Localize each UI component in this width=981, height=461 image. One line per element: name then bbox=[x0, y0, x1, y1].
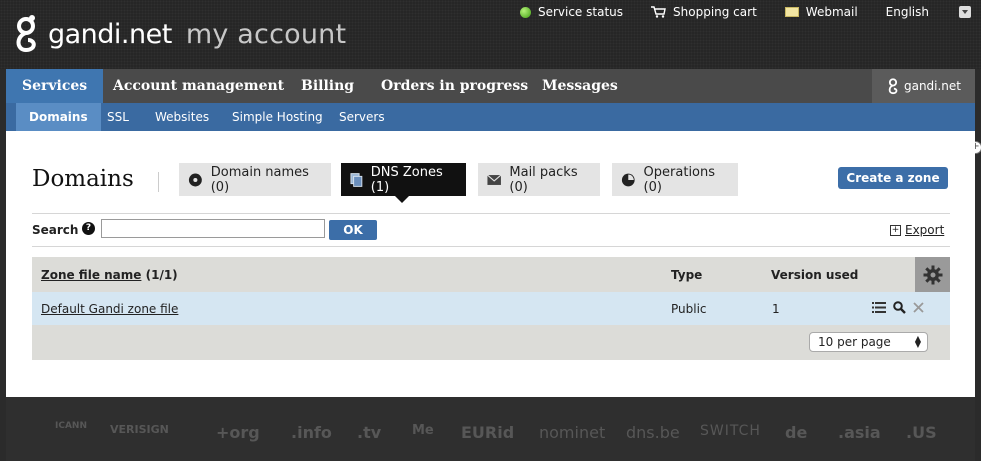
per-page-select[interactable]: 10 per page ▲ ▼ bbox=[809, 332, 928, 352]
cart-icon bbox=[651, 6, 666, 18]
service-status-link[interactable]: Service status bbox=[519, 5, 624, 19]
header-zone-name-label: Zone file name bbox=[41, 268, 142, 282]
tab-mail-packs[interactable]: Mail packs (0) bbox=[478, 163, 600, 196]
de-logo: de bbox=[785, 423, 808, 442]
select-arrows-icon: ▲ ▼ bbox=[914, 334, 921, 349]
sub-nav: Domains SSL Websites Simple Hosting Serv… bbox=[6, 103, 975, 131]
nav-gandi-home[interactable]: gandi.net bbox=[872, 69, 975, 103]
me-logo: Me bbox=[412, 423, 434, 438]
nav-messages[interactable]: Messages bbox=[542, 69, 618, 103]
envelope-icon bbox=[784, 7, 799, 17]
webmail-link[interactable]: Webmail bbox=[784, 5, 858, 19]
list-icon[interactable] bbox=[872, 302, 886, 313]
plus-box-icon: + bbox=[890, 224, 901, 236]
header-version-used: Version used bbox=[771, 268, 859, 282]
subnav-simple-hosting[interactable]: Simple Hosting bbox=[232, 103, 323, 131]
nav-brand-label: gandi.net bbox=[903, 79, 962, 93]
tab-domain-names-label: Domain names (0) bbox=[210, 164, 309, 195]
status-dot-icon bbox=[519, 6, 531, 18]
nav-services[interactable]: Services bbox=[6, 69, 104, 103]
divider bbox=[32, 246, 950, 247]
subnav-servers[interactable]: Servers bbox=[339, 103, 385, 131]
subnav-websites[interactable]: Websites bbox=[155, 103, 209, 131]
subnav-domains[interactable]: Domains bbox=[16, 103, 101, 131]
gandi-swirl-small-icon bbox=[888, 78, 898, 95]
org-logo: +org bbox=[216, 423, 260, 442]
envelope-icon bbox=[487, 174, 502, 185]
nominet-logo: nominet bbox=[539, 423, 606, 442]
tab-dns-zones-label: DNS Zones (1) bbox=[370, 164, 443, 195]
gear-icon bbox=[923, 265, 942, 284]
help-icon[interactable]: ? bbox=[82, 222, 95, 235]
search-label: Search bbox=[32, 223, 79, 237]
top-header: gandi.net my account Service status Shop… bbox=[0, 0, 981, 69]
tab-mail-packs-label: Mail packs (0) bbox=[509, 164, 578, 195]
tab-domain-names[interactable]: Domain names (0) bbox=[179, 163, 331, 196]
nav-billing[interactable]: Billing bbox=[301, 69, 354, 103]
table-footer: 10 per page ▲ ▼ bbox=[32, 325, 950, 360]
disc-icon bbox=[188, 173, 202, 186]
shopping-cart-link[interactable]: Shopping cart bbox=[651, 5, 757, 19]
brand-name: gandi.net bbox=[48, 18, 172, 50]
main-content: Domains Domain names (0) DNS Zones (1) M… bbox=[6, 131, 975, 397]
search-ok-button[interactable]: OK bbox=[329, 220, 377, 240]
gandi-swirl-icon bbox=[16, 15, 36, 53]
switch-logo: SWITCH bbox=[700, 423, 761, 439]
documents-icon bbox=[350, 172, 363, 187]
nav-account-management[interactable]: Account management bbox=[113, 69, 284, 103]
verisign-logo: VERISIGN bbox=[110, 423, 169, 436]
zone-version: 1 bbox=[772, 302, 780, 316]
header-zone-name[interactable]: Zone file name (1/1) bbox=[41, 268, 178, 282]
export-label: Export bbox=[905, 223, 945, 237]
dropdown-arrow-icon bbox=[959, 6, 971, 18]
eurid-logo: EURid bbox=[461, 423, 515, 442]
search-icon[interactable] bbox=[893, 301, 906, 314]
partner-logos-footer: ICANN VERISIGN +org .info .tv Me EURid n… bbox=[6, 397, 975, 461]
page-title: Domains bbox=[32, 166, 134, 192]
zone-type: Public bbox=[671, 302, 707, 316]
create-zone-button[interactable]: Create a zone bbox=[838, 167, 948, 189]
tab-dns-zones[interactable]: DNS Zones (1) bbox=[341, 163, 466, 203]
top-links: Service status Shopping cart Webmail Eng… bbox=[492, 5, 971, 19]
tab-operations[interactable]: Operations (0) bbox=[612, 163, 738, 196]
tab-operations-label: Operations (0) bbox=[643, 164, 716, 195]
gandi-logo[interactable]: gandi.net my account bbox=[12, 12, 346, 56]
nav-orders-in-progress[interactable]: Orders in progress bbox=[381, 69, 528, 103]
subnav-ssl[interactable]: SSL bbox=[107, 103, 129, 131]
delete-icon[interactable] bbox=[913, 302, 924, 313]
icann-logo: ICANN bbox=[55, 421, 87, 431]
main-nav: Services Account management Billing Orde… bbox=[6, 69, 975, 103]
asia-logo: .asia bbox=[838, 423, 881, 442]
export-link[interactable]: + Export bbox=[890, 223, 944, 237]
brand-subtitle: my account bbox=[185, 18, 347, 50]
shopping-cart-label: Shopping cart bbox=[673, 5, 757, 19]
table-header: Zone file name (1/1) Type Version used bbox=[32, 257, 950, 292]
language-selector[interactable]: English bbox=[886, 5, 971, 19]
per-page-value: 10 per page bbox=[818, 335, 891, 349]
header-type: Type bbox=[671, 268, 703, 282]
divider bbox=[32, 213, 950, 214]
table-row: Default Gandi zone file Public 1 bbox=[32, 292, 950, 325]
dnsbe-logo: dns.be bbox=[626, 423, 680, 442]
us-logo: .US bbox=[906, 423, 937, 442]
table-settings-button[interactable] bbox=[915, 257, 950, 292]
search-input[interactable] bbox=[101, 219, 325, 238]
language-label: English bbox=[885, 5, 929, 19]
title-divider bbox=[158, 172, 159, 192]
webmail-label: Webmail bbox=[805, 5, 858, 19]
header-zone-count: (1/1) bbox=[145, 268, 178, 282]
tv-logo: .tv bbox=[357, 423, 382, 442]
zone-name-link[interactable]: Default Gandi zone file bbox=[41, 302, 178, 316]
service-status-label: Service status bbox=[537, 5, 624, 19]
info-logo: .info bbox=[291, 423, 332, 442]
clock-icon bbox=[621, 173, 635, 186]
row-actions bbox=[872, 301, 931, 314]
